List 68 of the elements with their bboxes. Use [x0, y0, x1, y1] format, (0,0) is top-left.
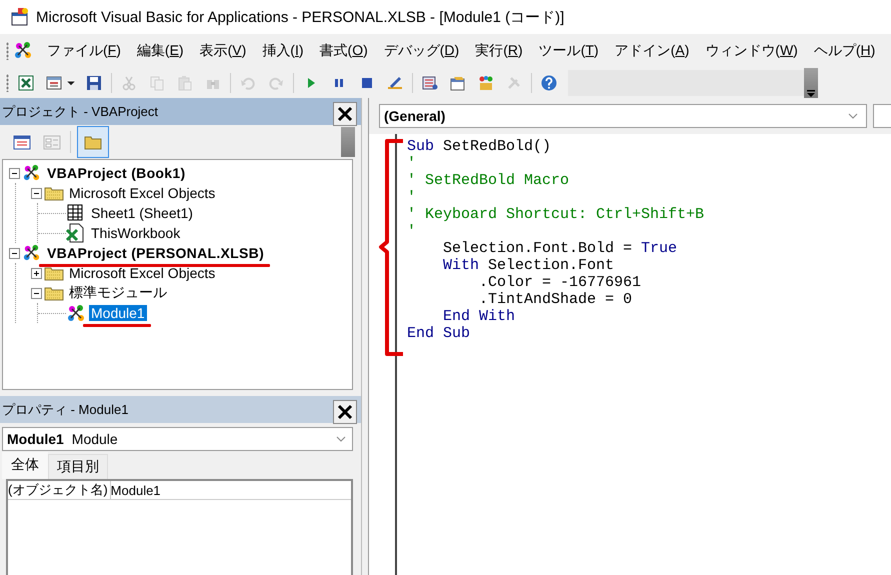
- collapse-icon[interactable]: [9, 168, 20, 178]
- code-line: End With: [442, 308, 516, 325]
- tree-item[interactable]: Microsoft Excel Objects: [67, 265, 218, 281]
- ruler-pencil-icon[interactable]: [387, 75, 403, 91]
- close-button[interactable]: [333, 102, 357, 126]
- object-browser-icon[interactable]: [478, 75, 494, 91]
- code-line: Selection.Font.Bold = True: [442, 240, 678, 257]
- menu-item[interactable]: 書式(O): [312, 39, 376, 63]
- close-icon: [337, 106, 353, 122]
- tree-item[interactable]: Sheet1 (Sheet1): [89, 205, 195, 221]
- menu-item[interactable]: 表示(V): [192, 39, 254, 63]
- tree-item[interactable]: VBAProject (Book1): [45, 165, 188, 181]
- menu-item[interactable]: アドイン(A): [606, 39, 698, 63]
- code-line: ' SetRedBold Macro: [407, 172, 570, 189]
- menu-item[interactable]: デバッグ(D): [376, 39, 468, 63]
- form-icon[interactable]: [46, 75, 62, 91]
- code-line: With Selection.Font: [442, 257, 616, 274]
- chevron-icon: [336, 436, 346, 442]
- chevron-icon: [848, 113, 858, 119]
- code-line: End Sub: [407, 325, 472, 342]
- module-icon: [66, 303, 86, 323]
- window-title: Microsoft Visual Basic for Applications - PERSONAL.XLSB - [Module1 (コード)]: [36, 8, 564, 26]
- app-icon: [10, 7, 30, 27]
- property-value[interactable]: Module1: [110, 481, 161, 499]
- pane-title: プロパティ - Module1: [1, 400, 128, 418]
- menu-item[interactable]: ヘルプ(H): [806, 39, 884, 63]
- object-dropdown[interactable]: Module1 Module: [2, 427, 353, 451]
- tab[interactable]: 項目別: [48, 454, 108, 479]
- collapse-icon[interactable]: [31, 188, 42, 198]
- menu-item[interactable]: ファイル(F): [39, 39, 129, 63]
- menu-item[interactable]: ウィンドウ(W): [697, 39, 806, 63]
- code-line: ': [407, 223, 418, 240]
- code-line: Sub SetRedBold(): [407, 138, 552, 155]
- pane-title: プロジェクト - VBAProject: [1, 102, 158, 120]
- excel-icon[interactable]: [18, 75, 34, 91]
- workbook-icon: [66, 223, 86, 243]
- menu-item[interactable]: 編集(E): [128, 39, 192, 63]
- menu-item[interactable]: 実行(R): [467, 39, 531, 63]
- object-dropdown[interactable]: (General): [379, 104, 867, 128]
- tab[interactable]: 全体: [2, 452, 48, 479]
- folder-button[interactable]: [77, 126, 109, 158]
- help-icon[interactable]: [541, 75, 557, 91]
- procedure-dropdown[interactable]: [873, 104, 891, 128]
- property-name: (オブジェクト名): [8, 481, 111, 499]
- tree-item[interactable]: 標準モジュール: [67, 284, 169, 302]
- code-line: .TintAndShade = 0: [478, 291, 634, 308]
- expand-icon[interactable]: [31, 268, 42, 278]
- project-icon: [22, 243, 42, 263]
- overflow-icon: [806, 90, 816, 98]
- code-line: .Color = -16776961: [478, 274, 642, 291]
- code-line: ': [407, 189, 418, 206]
- project-explorer-icon[interactable]: [422, 75, 438, 91]
- stop-icon[interactable]: [359, 75, 375, 91]
- code-line: ': [407, 155, 418, 172]
- project-icon: [22, 163, 42, 183]
- close-button[interactable]: [333, 400, 357, 424]
- tree-item[interactable]: Microsoft Excel Objects: [67, 185, 218, 201]
- menu-item[interactable]: ツール(T): [530, 39, 607, 63]
- tree-item[interactable]: VBAProject (PERSONAL.XLSB): [45, 245, 266, 261]
- collapse-icon[interactable]: [9, 248, 20, 258]
- toolbar-options-button[interactable]: [804, 68, 818, 98]
- menu-item[interactable]: 挿入(I): [254, 39, 312, 63]
- save-icon[interactable]: [86, 75, 102, 91]
- close-icon: [337, 404, 353, 420]
- properties-icon[interactable]: [450, 75, 466, 91]
- code-line: ' Keyboard Shortcut: Ctrl+Shift+B: [407, 206, 704, 223]
- collapse-icon[interactable]: [31, 288, 42, 298]
- tree-item[interactable]: ThisWorkbook: [89, 225, 182, 241]
